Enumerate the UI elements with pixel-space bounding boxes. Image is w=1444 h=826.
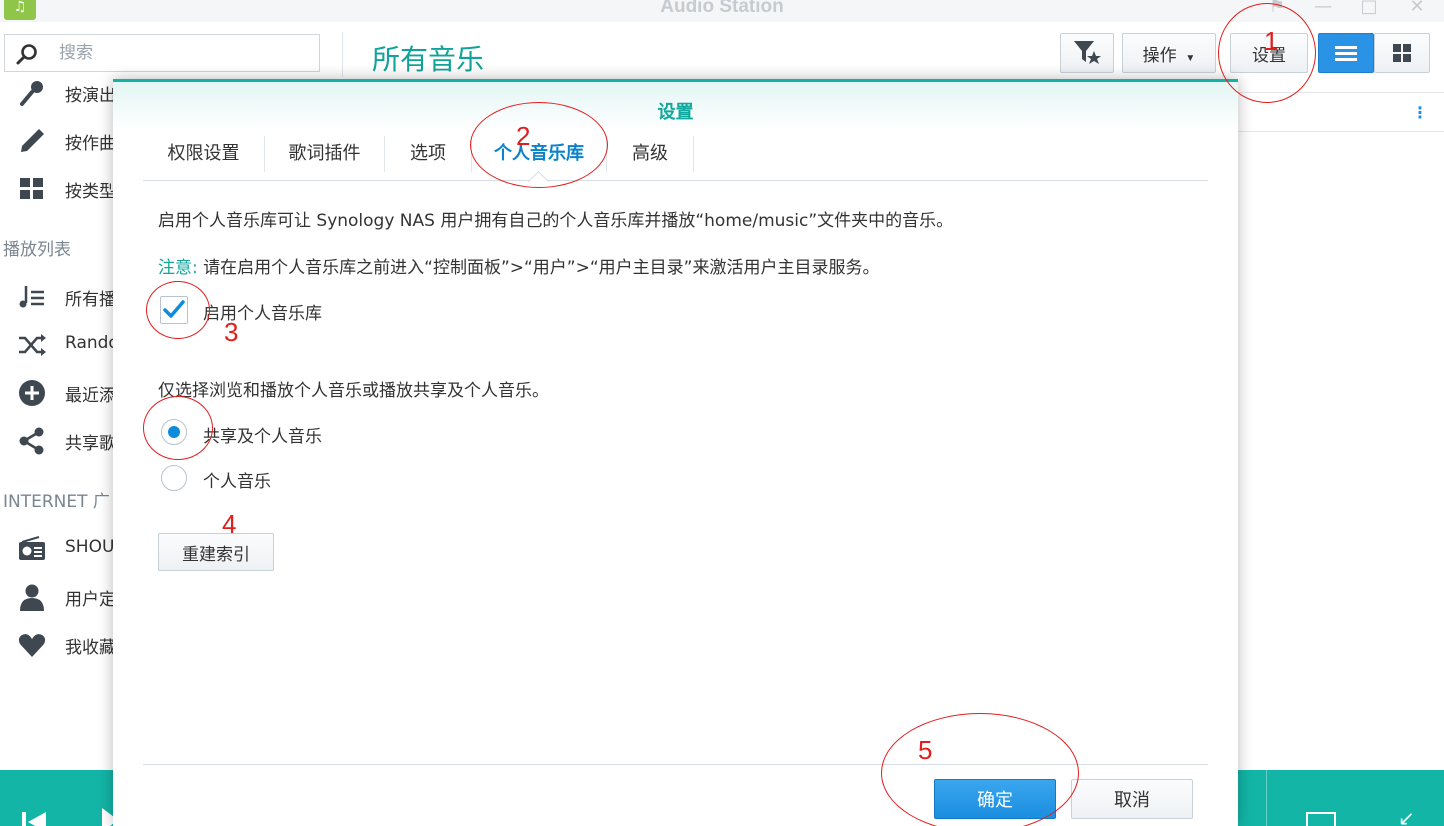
user-icon xyxy=(20,584,44,611)
column-menu-icon[interactable]: ⋮ xyxy=(1412,104,1428,122)
plus-circle-icon xyxy=(19,380,45,406)
section-header-internet: INTERNET 广 xyxy=(3,492,110,512)
list-view-button[interactable] xyxy=(1318,33,1374,73)
cancel-button[interactable]: 取消 xyxy=(1071,779,1193,819)
separator xyxy=(1266,770,1267,826)
close-icon[interactable]: ✕ xyxy=(1406,0,1428,18)
sidebar-item-user-defined[interactable]: 用户定 xyxy=(0,576,115,616)
annotation-circle xyxy=(470,102,608,188)
playlist-icon xyxy=(19,286,44,308)
grid-view-button[interactable] xyxy=(1374,33,1430,73)
sidebar-item-label: SHOU xyxy=(65,537,115,557)
pencil-icon xyxy=(21,129,44,152)
sidebar-item-label: 我收藏 xyxy=(65,638,115,658)
chevron-down-icon: ▼ xyxy=(1185,52,1196,64)
sidebar-item-label: Rando xyxy=(65,333,115,353)
annotation-number: 4 xyxy=(222,509,237,539)
sidebar-item-genre[interactable]: 按类型 xyxy=(0,168,115,208)
mini-player-icon[interactable] xyxy=(1306,812,1336,826)
sidebar-item-all-playlists[interactable]: 所有播 xyxy=(0,276,115,316)
share-icon xyxy=(19,427,44,455)
action-button[interactable]: 操作 ▼ xyxy=(1122,33,1216,73)
action-button-label: 操作 xyxy=(1142,45,1177,65)
sidebar-item-label: 按类型 xyxy=(65,182,115,202)
collapse-icon[interactable]: ↙ xyxy=(1398,806,1415,826)
heart-icon xyxy=(18,634,46,657)
sidebar: 按演出 按作曲 按类型 播放列表 所有播 Rando 最近添 共享歌 INTER… xyxy=(0,72,115,772)
annotation-number: 3 xyxy=(224,317,239,347)
radio-shared-and-personal-label: 共享及个人音乐 xyxy=(203,427,322,447)
annotation-number: 5 xyxy=(918,735,933,765)
settings-dialog: 设置 权限设置 歌词插件 选项 个人音乐库 高级 启用个人音乐库可让 Synol… xyxy=(113,79,1238,826)
section-header-playlist: 播放列表 xyxy=(3,240,71,260)
dialog-title: 设置 xyxy=(657,102,694,123)
page-title: 所有音乐 xyxy=(372,43,485,76)
sidebar-item-label: 所有播 xyxy=(65,290,115,310)
note-label: 注意: xyxy=(158,258,198,278)
filter-star-icon xyxy=(1074,40,1101,64)
title-bar: ♫ Audio Station ⚑ — □ ✕ xyxy=(0,0,1444,22)
dialog-tabs: 权限设置 歌词插件 选项 个人音乐库 高级 xyxy=(143,130,1208,181)
tab-options[interactable]: 选项 xyxy=(385,136,472,172)
minimize-icon[interactable]: — xyxy=(1312,0,1334,18)
sidebar-item-shoutcast[interactable]: SHOU xyxy=(0,528,115,568)
radio-icon xyxy=(19,536,45,560)
sidebar-item-label: 按演出 xyxy=(65,86,115,106)
sidebar-item-shared[interactable]: 共享歌 xyxy=(0,420,115,460)
grid-icon xyxy=(20,178,43,199)
search-input[interactable] xyxy=(59,41,309,65)
note-line: 注意: 请在启用个人音乐库之前进入“控制面板”>“用户”>“用户主目录”来激活用… xyxy=(158,253,879,278)
sidebar-item-composer[interactable]: 按作曲 xyxy=(0,120,115,160)
list-view-icon xyxy=(1335,45,1357,61)
annotation-circle xyxy=(146,281,210,339)
radio-personal-only-label: 个人音乐 xyxy=(203,472,271,492)
previous-icon[interactable] xyxy=(22,808,52,826)
annotation-circle xyxy=(881,713,1079,826)
annotation-circle xyxy=(143,396,213,460)
window-title: Audio Station xyxy=(660,0,784,17)
maximize-icon[interactable]: □ xyxy=(1358,0,1380,18)
grid-view-icon xyxy=(1393,43,1411,62)
microphone-icon xyxy=(20,81,43,106)
annotation-number: 2 xyxy=(516,121,531,151)
annotation-number: 1 xyxy=(1264,26,1279,56)
dialog-header: 设置 xyxy=(113,82,1238,130)
shuffle-icon xyxy=(19,334,46,356)
note-text: 请在启用个人音乐库之前进入“控制面板”>“用户”>“用户主目录”来激活用户主目录… xyxy=(203,258,880,278)
filter-button[interactable] xyxy=(1060,33,1114,73)
tab-advanced[interactable]: 高级 xyxy=(607,136,694,172)
sidebar-item-recently-added[interactable]: 最近添 xyxy=(0,372,115,412)
sidebar-item-label: 共享歌 xyxy=(65,434,115,454)
search-icon xyxy=(16,44,37,65)
tab-permissions[interactable]: 权限设置 xyxy=(143,136,265,172)
search-box[interactable] xyxy=(4,34,320,72)
library-description: 启用个人音乐库可让 Synology NAS 用户拥有自己的个人音乐库并播放“h… xyxy=(158,211,954,231)
radio-group-caption: 仅选择浏览和播放个人音乐或播放共享及个人音乐。 xyxy=(158,381,549,401)
enable-library-label: 启用个人音乐库 xyxy=(203,304,322,324)
rebuild-index-button[interactable]: 重建索引 xyxy=(158,533,274,571)
sidebar-item-random[interactable]: Rando xyxy=(0,324,115,364)
list-header-line xyxy=(1238,131,1444,132)
sidebar-item-artist[interactable]: 按演出 xyxy=(0,72,115,112)
sidebar-item-label: 按作曲 xyxy=(65,134,115,154)
sidebar-divider xyxy=(342,32,343,77)
sidebar-item-label: 用户定 xyxy=(65,590,115,610)
sidebar-item-label: 最近添 xyxy=(65,386,115,406)
radio-personal-only[interactable] xyxy=(161,465,187,491)
tab-lyrics-plugin[interactable]: 歌词插件 xyxy=(265,136,385,172)
sidebar-item-favorites[interactable]: 我收藏 xyxy=(0,624,115,664)
